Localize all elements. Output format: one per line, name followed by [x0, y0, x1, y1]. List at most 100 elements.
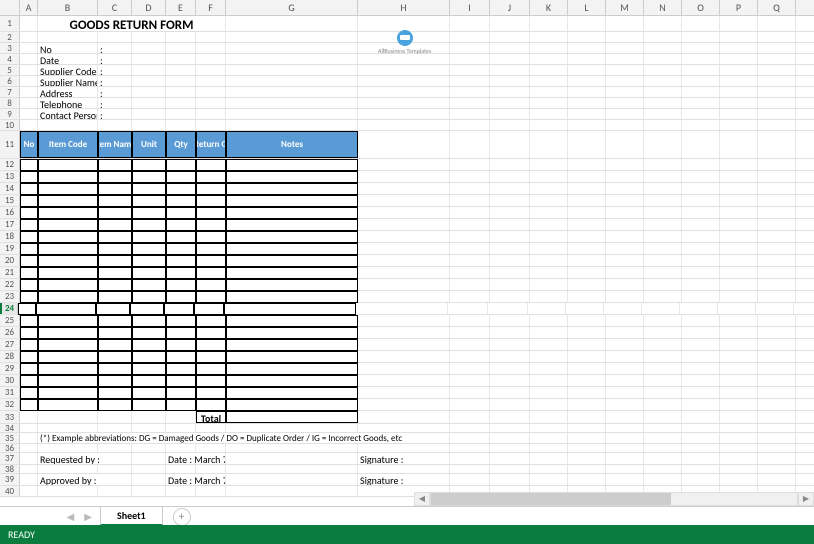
cell[interactable]: [490, 339, 530, 350]
cell[interactable]: [644, 315, 682, 326]
cell[interactable]: [682, 315, 720, 326]
cell[interactable]: [490, 465, 530, 473]
table-cell[interactable]: [38, 375, 98, 387]
table-cell[interactable]: [226, 339, 358, 351]
cell[interactable]: [682, 375, 720, 386]
cell[interactable]: [530, 363, 568, 374]
row-header[interactable]: 14: [0, 183, 20, 194]
cell[interactable]: [530, 109, 568, 119]
col-header-H[interactable]: H: [358, 0, 450, 15]
cell[interactable]: [490, 375, 530, 386]
cell[interactable]: [682, 424, 720, 432]
cell[interactable]: [450, 16, 490, 31]
table-cell[interactable]: [38, 399, 98, 411]
cell[interactable]: [568, 363, 606, 374]
cell[interactable]: [568, 87, 606, 97]
row-header[interactable]: 5: [0, 65, 20, 75]
cell[interactable]: [98, 424, 132, 432]
cell[interactable]: [606, 267, 644, 278]
cell[interactable]: [356, 303, 448, 314]
cell[interactable]: [530, 327, 568, 338]
table-cell[interactable]: [196, 291, 226, 303]
cell[interactable]: [644, 219, 682, 230]
cell[interactable]: [530, 32, 568, 42]
cell[interactable]: [450, 267, 490, 278]
row-header[interactable]: 9: [0, 109, 20, 119]
cell[interactable]: [604, 303, 642, 314]
cell[interactable]: [644, 87, 682, 97]
cell[interactable]: [450, 291, 490, 302]
cell[interactable]: [20, 76, 38, 86]
cell[interactable]: [758, 171, 796, 182]
table-cell[interactable]: [20, 231, 38, 243]
cell[interactable]: [720, 444, 758, 452]
cell[interactable]: [720, 16, 758, 31]
table-cell[interactable]: [196, 171, 226, 183]
cell[interactable]: [450, 54, 490, 64]
cell[interactable]: [530, 183, 568, 194]
cell[interactable]: [132, 474, 166, 485]
cell[interactable]: [450, 87, 490, 97]
cell[interactable]: [720, 255, 758, 266]
cell[interactable]: [196, 120, 226, 130]
cell[interactable]: [720, 363, 758, 374]
row-header[interactable]: 1: [0, 16, 20, 31]
cell[interactable]: [358, 87, 450, 97]
table-cell[interactable]: [132, 207, 166, 219]
table-cell[interactable]: [166, 387, 196, 399]
cell[interactable]: [756, 303, 794, 314]
table-cell[interactable]: [196, 279, 226, 291]
table-cell[interactable]: [226, 207, 358, 219]
cell[interactable]: [720, 433, 758, 443]
cell[interactable]: [568, 351, 606, 362]
cell[interactable]: [358, 267, 450, 278]
cell[interactable]: [644, 424, 682, 432]
cell[interactable]: [132, 32, 166, 42]
table-cell[interactable]: [226, 387, 358, 399]
cell[interactable]: [644, 375, 682, 386]
table-cell[interactable]: [226, 195, 358, 207]
row-header[interactable]: 15: [0, 195, 20, 206]
cell[interactable]: [530, 411, 568, 423]
cell[interactable]: [530, 195, 568, 206]
cell[interactable]: [682, 339, 720, 350]
table-cell[interactable]: [196, 387, 226, 399]
cell[interactable]: [682, 98, 720, 108]
cell[interactable]: [758, 159, 796, 170]
table-cell[interactable]: [196, 315, 226, 327]
row-header[interactable]: 8: [0, 98, 20, 108]
cell[interactable]: [568, 54, 606, 64]
cell[interactable]: [490, 433, 530, 443]
cell[interactable]: [530, 159, 568, 170]
row-header[interactable]: 12: [0, 159, 20, 170]
cell[interactable]: [450, 159, 490, 170]
cell[interactable]: [606, 327, 644, 338]
cell[interactable]: [530, 243, 568, 254]
cell[interactable]: [490, 399, 530, 410]
cell[interactable]: [606, 351, 644, 362]
cell[interactable]: [20, 32, 38, 42]
cell[interactable]: [644, 65, 682, 75]
cell[interactable]: [758, 255, 796, 266]
cell[interactable]: [358, 444, 450, 452]
cell[interactable]: [132, 54, 166, 64]
table-cell[interactable]: [98, 279, 132, 291]
cell[interactable]: [758, 453, 796, 464]
table-cell[interactable]: [132, 267, 166, 279]
table-cell[interactable]: [132, 183, 166, 195]
row-header[interactable]: 32: [0, 399, 20, 410]
cell[interactable]: [682, 327, 720, 338]
cell[interactable]: [720, 131, 758, 158]
cell[interactable]: [358, 279, 450, 290]
cell[interactable]: [226, 453, 358, 464]
footer-date[interactable]: Date : March 7, 2018: [166, 474, 226, 485]
cell[interactable]: [758, 444, 796, 452]
cell[interactable]: [606, 65, 644, 75]
cell[interactable]: [226, 87, 358, 97]
cell[interactable]: [530, 65, 568, 75]
cell[interactable]: [758, 291, 796, 302]
cell[interactable]: [530, 339, 568, 350]
col-header-A[interactable]: A: [20, 0, 38, 15]
cell[interactable]: [490, 474, 530, 485]
cell[interactable]: [644, 291, 682, 302]
